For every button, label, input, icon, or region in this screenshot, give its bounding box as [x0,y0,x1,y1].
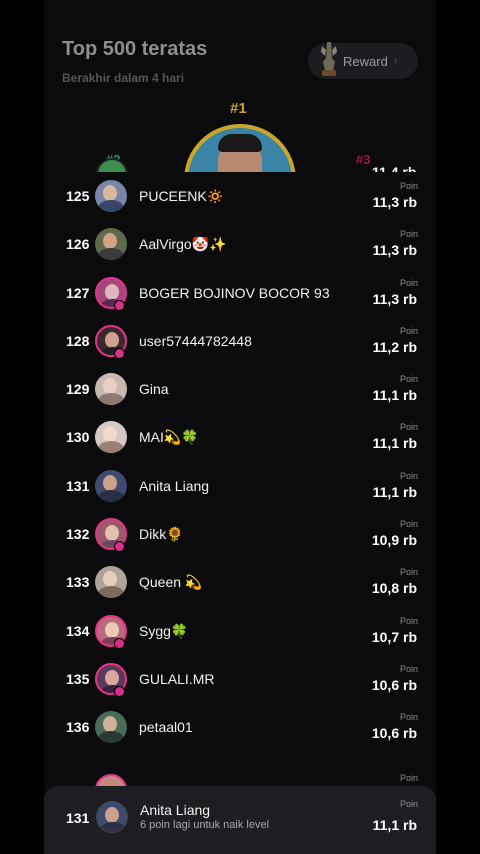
leaderboard-row[interactable]: 133 Queen 💫 Poin 10,8 rb [44,558,436,606]
rank-number: 133 [66,574,90,591]
poin-label: Poin [399,799,418,809]
score: 10,7 rb [371,628,417,645]
podium-peek-score: 11,4 rb [372,164,417,172]
user-name: petaal01 [139,719,193,736]
user-name: Gina [139,381,169,398]
rank-number: 127 [66,284,90,301]
leaderboard-list: 125 PUCEENK🔅 Poin 11,3 rb 126 AalVirgo🤡✨… [44,172,436,752]
user-name: BOGER BOJINOV BOCOR 93 [139,284,330,301]
score: 11,2 rb [372,338,417,355]
leaderboard-row[interactable]: 128 user57444782448 Poin 11,2 rb [44,317,436,365]
trophy-icon [321,42,337,76]
rank-number: 131 [66,477,90,494]
next-row-peek: Poin [44,772,436,786]
user-name: Dikk🌻 [139,526,184,543]
leaderboard-row[interactable]: 129 Gina Poin 11,1 rb [44,365,436,413]
rank-number: 128 [66,332,90,349]
score: 11,1 rb [372,387,417,404]
score: 11,1 rb [372,483,417,500]
podium-rank2-avatar[interactable] [96,158,128,172]
user-name: GULALI.MR [139,670,215,687]
score: 10,6 rb [371,676,417,693]
score: 11,1 rb [372,435,417,452]
user-name: PUCEENK🔅 [139,188,225,204]
poin-label: Poin [399,374,418,385]
level-badge-icon [114,685,125,697]
countdown-text: Berakhir dalam 4 hari [62,71,185,85]
user-name: Queen 💫 [139,574,203,591]
avatar [95,774,127,786]
poin-label: Poin [399,773,418,783]
chevron-right-icon: › [393,55,398,67]
podium-rank1-avatar[interactable] [184,124,296,172]
podium-rank1-label: #1 [230,100,247,117]
poin-label: Poin [399,422,418,433]
poin-label: Poin [399,712,418,723]
score: 11,3 rb [372,290,417,307]
level-badge-icon [114,347,125,359]
leaderboard-row[interactable]: 130 MAI💫🍀 Poin 11,1 rb [44,413,436,461]
poin-label: Poin [399,325,418,336]
podium-rank3-label: #3 [356,152,371,167]
leaderboard-header: Top 500 teratas Berakhir dalam 4 hari [62,38,207,85]
poin-label: Poin [399,519,418,530]
score: 11,3 rb [372,194,417,210]
poin-label: Poin [399,615,418,626]
leaderboard-row[interactable]: 135 GULALI.MR Poin 10,6 rb [44,655,436,703]
level-badge-icon [114,299,125,311]
avatar [95,373,127,406]
avatar [95,566,127,599]
my-name: Anita Liang [140,802,211,818]
my-score: 11,1 rb [372,817,417,833]
score: 10,9 rb [371,532,417,549]
leaderboard-row[interactable]: 125 PUCEENK🔅 Poin 11,3 rb [44,172,436,220]
poin-label: Poin [399,181,418,191]
user-name: user57444782448 [139,332,252,349]
avatar [95,180,127,212]
my-level-progress: 6 poin lagi untuk naik level [140,819,270,831]
my-avatar [96,801,128,833]
rank-number: 126 [66,236,90,253]
leaderboard-row[interactable]: 136 petaal01 Poin 10,6 rb [44,703,436,751]
reward-label: Reward [343,53,388,69]
user-name: Sygg🍀 [139,622,189,639]
rank-number: 129 [66,381,90,398]
rank-number: 135 [66,670,90,687]
avatar [95,711,127,744]
avatar [95,469,127,502]
user-name: MAI💫🍀 [139,429,199,446]
poin-label: Poin [399,567,418,578]
leaderboard-row[interactable]: 131 Anita Liang Poin 11,1 rb [44,462,436,510]
score: 10,8 rb [371,580,417,597]
score: 11,3 rb [372,242,417,259]
my-rank-bar[interactable]: 131 Anita Liang 6 poin lagi untuk naik l… [44,786,436,854]
user-name: AalVirgo🤡✨ [139,236,227,253]
user-name: Anita Liang [139,477,210,494]
poin-label: Poin [399,470,418,481]
avatar [95,228,127,261]
my-rank-number: 131 [66,810,90,826]
rank-number: 134 [66,622,90,639]
leaderboard-row[interactable]: 127 BOGER BOJINOV BOCOR 93 Poin 11,3 rb [44,269,436,317]
score: 10,6 rb [371,725,417,742]
poin-label: Poin [399,663,418,674]
poin-label: Poin [399,277,418,288]
avatar [95,421,127,454]
poin-label: Poin [399,229,418,240]
rank-number: 125 [66,188,90,204]
level-badge-icon [114,541,125,553]
leaderboard-row[interactable]: 132 Dikk🌻 Poin 10,9 rb [44,510,436,558]
rank-number: 132 [66,526,90,543]
leaderboard-row[interactable]: 134 Sygg🍀 Poin 10,7 rb [44,607,436,655]
leaderboard-row[interactable]: 126 AalVirgo🤡✨ Poin 11,3 rb [44,220,436,268]
level-badge-icon [114,637,125,649]
page-title: Top 500 teratas [62,38,208,60]
rank-number: 136 [66,719,90,736]
rank-number: 130 [66,429,90,446]
